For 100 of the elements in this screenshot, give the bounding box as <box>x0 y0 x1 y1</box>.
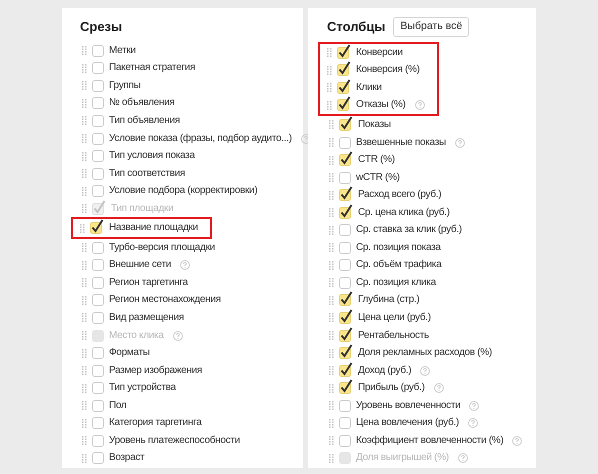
option-label[interactable]: Возраст <box>109 453 144 464</box>
checkbox[interactable] <box>337 96 351 112</box>
drag-handle-icon[interactable] <box>329 348 334 358</box>
drag-handle-icon[interactable] <box>82 204 87 214</box>
option-label[interactable]: Тип условия показа <box>109 151 195 162</box>
option-label[interactable]: Тип соответствия <box>109 168 186 179</box>
help-icon[interactable] <box>414 100 425 110</box>
help-icon[interactable] <box>469 400 480 411</box>
option-label[interactable]: Уровень платежеспособности <box>109 436 240 446</box>
drag-handle-icon[interactable] <box>82 169 87 178</box>
checkbox[interactable] <box>339 344 353 360</box>
option-label[interactable]: Прибыль (руб.) <box>358 383 425 394</box>
checkbox[interactable] <box>339 204 353 219</box>
option-label[interactable]: Рентабельность <box>358 330 429 341</box>
option-label[interactable]: CTR (%) <box>358 155 395 166</box>
option-label[interactable]: Метки <box>109 46 136 56</box>
drag-handle-icon[interactable] <box>329 173 334 182</box>
drag-handle-icon[interactable] <box>82 454 87 463</box>
option-label[interactable]: Расход всего (руб.) <box>358 190 442 200</box>
option-label[interactable]: Коэффициент вовлеченности (%) <box>356 436 504 446</box>
option-label[interactable]: Цена цели (руб.) <box>358 312 431 323</box>
option-label[interactable]: Название площадки <box>109 223 198 234</box>
option-label[interactable]: Ср. объём трафика <box>356 260 442 270</box>
drag-handle-icon[interactable] <box>82 116 87 126</box>
help-icon[interactable] <box>454 138 465 148</box>
option-label[interactable]: Взвешенные показы <box>356 138 446 148</box>
option-label[interactable]: Клики <box>356 82 382 93</box>
drag-handle-icon[interactable] <box>329 190 334 200</box>
checkbox[interactable] <box>339 379 353 394</box>
help-icon[interactable] <box>512 436 522 446</box>
drag-handle-icon[interactable] <box>329 366 334 376</box>
option-label[interactable]: Вид размещения <box>109 312 184 323</box>
drag-handle-icon[interactable] <box>329 260 334 270</box>
option-label[interactable]: Группы <box>109 80 141 91</box>
option-label[interactable]: Ср. позиция показа <box>356 242 441 253</box>
drag-handle-icon[interactable] <box>329 156 334 165</box>
checkbox[interactable] <box>339 362 353 377</box>
drag-handle-icon[interactable] <box>327 83 332 92</box>
option-label[interactable]: Условие подбора (корректировки) <box>109 186 258 196</box>
drag-handle-icon[interactable] <box>82 64 87 73</box>
drag-handle-icon[interactable] <box>329 296 334 305</box>
checkbox[interactable] <box>337 61 351 76</box>
drag-handle-icon[interactable] <box>329 454 334 463</box>
help-icon[interactable] <box>434 383 444 394</box>
drag-handle-icon[interactable] <box>82 401 87 410</box>
checkbox[interactable] <box>90 219 104 234</box>
option-label[interactable]: Пол <box>109 400 126 411</box>
drag-handle-icon[interactable] <box>329 208 334 218</box>
drag-handle-icon[interactable] <box>82 436 87 446</box>
drag-handle-icon[interactable] <box>327 48 332 58</box>
drag-handle-icon[interactable] <box>329 226 334 235</box>
drag-handle-icon[interactable] <box>329 313 334 322</box>
option-label[interactable]: Ср. позиция клика <box>356 278 436 288</box>
checkbox[interactable] <box>339 291 353 306</box>
drag-handle-icon[interactable] <box>329 436 334 446</box>
option-label[interactable]: Показы <box>358 120 391 130</box>
option-label[interactable]: Конверсии <box>356 48 403 58</box>
option-label[interactable]: Форматы <box>109 348 150 358</box>
option-label[interactable]: Конверсия (%) <box>356 65 420 76</box>
drag-handle-icon[interactable] <box>82 46 87 56</box>
drag-handle-icon[interactable] <box>82 98 87 108</box>
option-label[interactable]: Регион таргетинга <box>109 278 188 288</box>
option-label[interactable]: Доход (руб.) <box>358 366 412 376</box>
option-label[interactable]: Пакетная стратегия <box>109 63 196 74</box>
option-label[interactable]: Доля рекламных расходов (%) <box>358 348 492 358</box>
help-icon[interactable] <box>420 366 430 376</box>
drag-handle-icon[interactable] <box>82 243 87 252</box>
drag-handle-icon[interactable] <box>82 186 87 196</box>
option-label[interactable]: Цена вовлечения (руб.) <box>356 418 459 428</box>
drag-handle-icon[interactable] <box>82 384 87 393</box>
drag-handle-icon[interactable] <box>327 100 332 110</box>
drag-handle-icon[interactable] <box>329 138 334 147</box>
option-label[interactable]: Размер изображения <box>109 366 202 376</box>
drag-handle-icon[interactable] <box>329 401 334 410</box>
checkbox[interactable] <box>339 308 353 324</box>
option-label[interactable]: Глубина (стр.) <box>358 295 420 306</box>
drag-handle-icon[interactable] <box>80 224 85 233</box>
option-label[interactable]: Турбо-версия площадки <box>109 242 215 253</box>
drag-handle-icon[interactable] <box>82 134 87 143</box>
checkbox[interactable] <box>337 44 351 59</box>
drag-handle-icon[interactable] <box>329 331 334 340</box>
option-label[interactable]: Ср. цена клика (руб.) <box>358 208 450 218</box>
help-icon[interactable] <box>180 260 190 270</box>
checkbox[interactable] <box>339 186 353 202</box>
drag-handle-icon[interactable] <box>329 120 334 130</box>
drag-handle-icon[interactable] <box>329 278 334 288</box>
drag-handle-icon[interactable] <box>329 418 334 428</box>
drag-handle-icon[interactable] <box>82 81 87 90</box>
option-label[interactable]: Условие показа (фразы, подбор аудито...) <box>109 134 292 144</box>
option-label[interactable]: Тип устройства <box>109 383 176 394</box>
option-label[interactable]: Внешние сети <box>109 260 172 270</box>
checkbox[interactable] <box>339 151 353 166</box>
drag-handle-icon[interactable] <box>327 66 332 75</box>
option-label[interactable]: Тип объявления <box>109 116 180 126</box>
option-label[interactable]: Отказы (%) <box>356 100 406 110</box>
drag-handle-icon[interactable] <box>82 418 87 428</box>
drag-handle-icon[interactable] <box>82 152 87 161</box>
drag-handle-icon[interactable] <box>82 296 87 305</box>
select-all-button[interactable]: Выбрать всё <box>393 17 470 37</box>
drag-handle-icon[interactable] <box>82 366 87 376</box>
